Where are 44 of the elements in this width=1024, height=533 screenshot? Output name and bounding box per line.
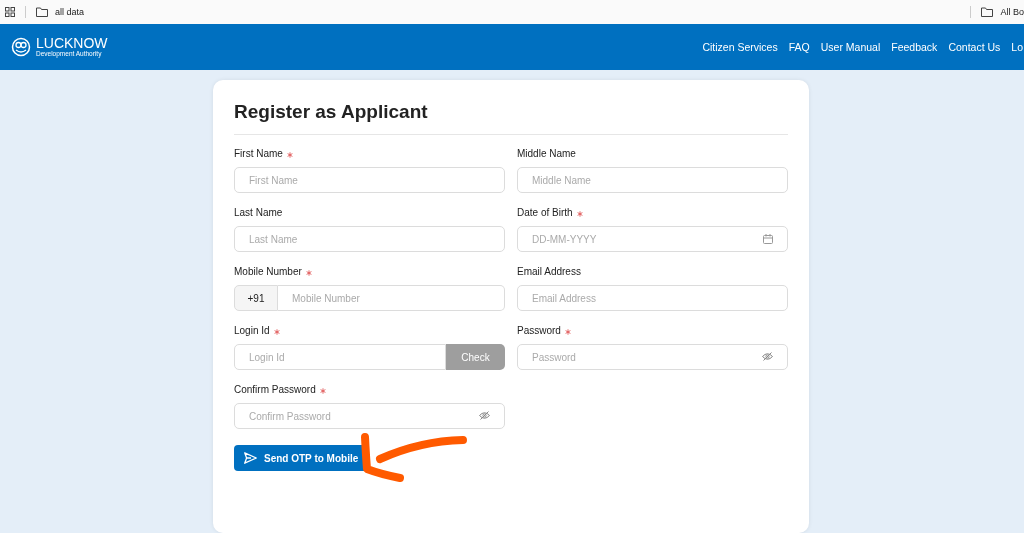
field-label: First Name <box>234 147 293 159</box>
eye-slash-icon[interactable] <box>762 352 773 361</box>
nav-link[interactable]: User Manual <box>820 41 881 53</box>
check-button[interactable]: Check <box>446 344 505 370</box>
required-asterisk-icon <box>286 151 293 158</box>
nav-link[interactable]: Contact Us <box>948 41 1001 53</box>
nav-link[interactable]: Citizen Services <box>702 41 778 53</box>
emblem-icon <box>11 37 31 57</box>
eye-slash-icon[interactable] <box>479 411 490 420</box>
input-field[interactable]: Password <box>517 344 788 370</box>
field-label: Mobile Number <box>234 265 312 277</box>
apps-icon[interactable] <box>5 7 15 17</box>
required-asterisk-icon <box>305 269 312 276</box>
input-field[interactable]: Last Name <box>234 226 505 252</box>
bookmark-folder[interactable]: All Bo <box>981 7 1024 17</box>
nav-link[interactable]: Feedback <box>891 41 938 53</box>
required-asterisk-icon <box>576 210 583 217</box>
required-asterisk-icon <box>273 328 280 335</box>
folder-icon <box>981 7 994 17</box>
field-label: Password <box>517 324 571 336</box>
input-field[interactable]: DD-MM-YYYY <box>517 226 788 252</box>
input-field[interactable]: Mobile Number <box>278 285 505 311</box>
input-field[interactable]: Login Id <box>234 344 446 370</box>
field-label: Date of Birth <box>517 206 583 218</box>
input-field[interactable]: Middle Name <box>517 167 788 193</box>
nav-link[interactable]: FAQ <box>788 41 810 53</box>
input-field[interactable]: Confirm Password <box>234 403 505 429</box>
send-icon <box>244 452 257 464</box>
field-label: Last Name <box>234 206 283 218</box>
field-label: Email Address <box>517 265 581 277</box>
calendar-icon[interactable] <box>763 234 773 244</box>
field-label: Confirm Password <box>234 383 326 395</box>
field-label: Middle Name <box>517 147 576 159</box>
input-field[interactable]: First Name <box>234 167 505 193</box>
required-asterisk-icon <box>319 387 326 394</box>
input-field[interactable]: Email Address <box>517 285 788 311</box>
required-asterisk-icon <box>564 328 571 335</box>
form-title: Register as Applicant <box>234 100 788 135</box>
country-code: +91 <box>234 285 278 311</box>
bookmark-folder[interactable]: all data <box>36 7 85 17</box>
folder-icon <box>36 7 48 17</box>
field-label: Login Id <box>234 324 280 336</box>
nav-link[interactable]: Lo <box>1011 41 1023 53</box>
logo-title: LUCKNOW <box>36 36 108 50</box>
